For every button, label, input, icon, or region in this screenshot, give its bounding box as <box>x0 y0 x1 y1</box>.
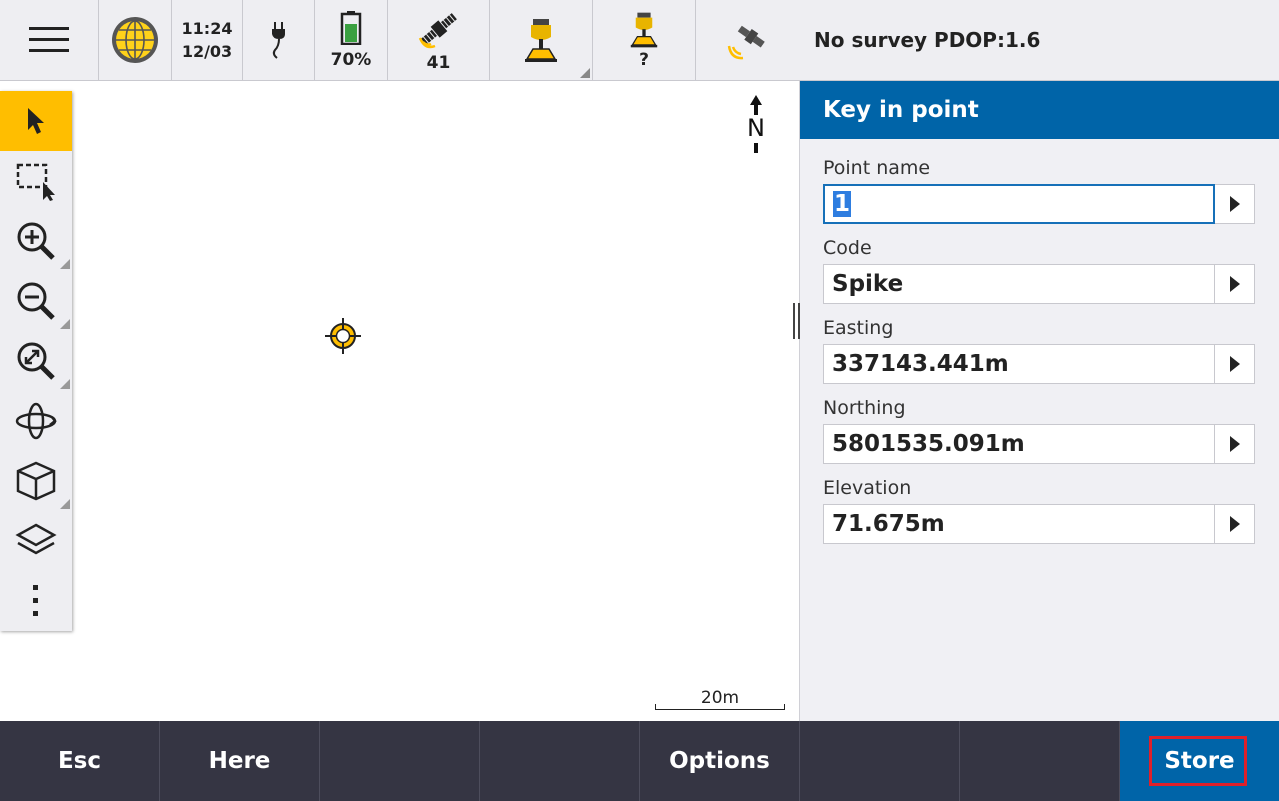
point-name-arrow-button[interactable] <box>1215 184 1255 224</box>
easting-arrow-button[interactable] <box>1215 344 1255 384</box>
northing-label: Northing <box>823 397 906 419</box>
softkey-empty-4[interactable] <box>960 721 1120 801</box>
hamburger-menu-icon <box>29 27 69 52</box>
chevron-right-icon <box>1229 356 1240 372</box>
point-name-input[interactable]: 1 <box>823 184 1215 224</box>
satellites-count: 41 <box>426 53 451 73</box>
box-select-icon <box>16 163 55 201</box>
box-select-tool[interactable] <box>0 151 72 211</box>
elevation-field-group: Elevation 71.675m <box>823 475 1255 544</box>
store-highlight-outline <box>1149 736 1247 786</box>
chevron-right-icon <box>1229 516 1240 532</box>
northing-arrow-button[interactable] <box>1215 424 1255 464</box>
satellite-link-status[interactable] <box>696 0 800 80</box>
layers-tool[interactable] <box>0 511 72 571</box>
esc-button[interactable]: Esc <box>0 721 160 801</box>
view-cube-tool[interactable] <box>0 451 72 511</box>
date-label: 12/03 <box>181 42 233 61</box>
panel-header: Key in point <box>800 81 1279 139</box>
layers-icon <box>15 523 57 555</box>
store-button[interactable]: Store <box>1120 721 1279 801</box>
easting-input[interactable]: 337143.441m <box>823 344 1215 384</box>
point-name-field-group: Point name 1 <box>823 155 1255 224</box>
zoom-in-submenu-indicator <box>60 259 70 269</box>
survey-status-text: No survey PDOP:1.6 <box>814 28 1041 52</box>
satellite-icon <box>418 13 457 49</box>
elevation-label: Elevation <box>823 477 912 499</box>
code-field-group: Code Spike <box>823 235 1255 304</box>
north-arrow: N <box>742 95 770 155</box>
panel-title: Key in point <box>823 97 979 123</box>
here-button[interactable]: Here <box>160 721 320 801</box>
code-input[interactable]: Spike <box>823 264 1215 304</box>
orbit-icon <box>15 402 57 440</box>
zoom-extents-icon <box>17 342 55 380</box>
chevron-right-icon <box>1229 436 1240 452</box>
clock: 11:24 12/03 <box>172 0 243 80</box>
instrument-status-label: ? <box>639 50 649 70</box>
view-cube-submenu-indicator <box>60 499 70 509</box>
point-name-value: 1 <box>833 191 852 217</box>
softkey-empty-2[interactable] <box>480 721 640 801</box>
point-name-label: Point name <box>823 157 931 179</box>
chevron-right-icon <box>1229 196 1240 212</box>
map-view[interactable]: N 20m <box>0 81 799 721</box>
battery-icon <box>340 11 362 45</box>
north-label: N <box>747 114 765 142</box>
zoom-extents-submenu-indicator <box>60 379 70 389</box>
globe-button[interactable] <box>99 0 172 80</box>
easting-label: Easting <box>823 317 894 339</box>
battery-status[interactable]: 70% <box>315 0 388 80</box>
globe-icon <box>112 17 158 63</box>
pointer-arrow-icon <box>28 108 44 134</box>
more-vertical-icon <box>33 585 38 616</box>
time-label: 11:24 <box>181 19 233 38</box>
power-status[interactable] <box>243 0 315 80</box>
menu-button[interactable] <box>0 0 99 80</box>
zoom-in-tool[interactable] <box>0 211 72 271</box>
status-bar: 11:24 12/03 70% 41 ? <box>0 0 800 81</box>
elevation-input[interactable]: 71.675m <box>823 504 1215 544</box>
zoom-in-icon <box>17 222 55 260</box>
cube-icon <box>16 461 56 501</box>
map-scale: 20m <box>655 686 785 710</box>
satellites-status[interactable]: 41 <box>388 0 490 80</box>
receiver-menu-indicator <box>580 68 590 78</box>
gnss-receiver-small-icon <box>630 12 658 48</box>
softkey-empty-1[interactable] <box>320 721 480 801</box>
app-window: 11:24 12/03 70% 41 ? No survey PDOP:1.6 … <box>0 0 1279 801</box>
satellite-link-icon <box>727 25 765 60</box>
northing-input[interactable]: 5801535.091m <box>823 424 1215 464</box>
more-tool[interactable] <box>0 571 72 631</box>
power-plug-icon <box>271 22 285 59</box>
select-tool[interactable] <box>0 91 72 151</box>
softkey-bar: Esc Here Options Store <box>0 721 1279 801</box>
gnss-receiver-icon <box>525 19 557 62</box>
options-button[interactable]: Options <box>640 721 800 801</box>
easting-field-group: Easting 337143.441m <box>823 315 1255 384</box>
current-position-marker[interactable] <box>325 318 361 354</box>
map-toolbar <box>0 91 72 631</box>
instrument-status[interactable]: ? <box>593 0 696 80</box>
northing-field-group: Northing 5801535.091m <box>823 395 1255 464</box>
elevation-arrow-button[interactable] <box>1215 504 1255 544</box>
key-in-point-panel: Key in point Point name 1 Code Spike Eas… <box>800 81 1279 721</box>
orbit-tool[interactable] <box>0 391 72 451</box>
zoom-extents-tool[interactable] <box>0 331 72 391</box>
code-arrow-button[interactable] <box>1215 264 1255 304</box>
zoom-out-tool[interactable] <box>0 271 72 331</box>
code-label: Code <box>823 237 872 259</box>
zoom-out-submenu-indicator <box>60 319 70 329</box>
scale-bar <box>655 704 785 710</box>
battery-percent: 70% <box>330 50 372 70</box>
softkey-empty-3[interactable] <box>800 721 960 801</box>
chevron-right-icon <box>1229 276 1240 292</box>
title-bar: No survey PDOP:1.6 <box>800 0 1279 81</box>
zoom-out-icon <box>17 282 55 320</box>
receiver-status[interactable] <box>490 0 593 80</box>
